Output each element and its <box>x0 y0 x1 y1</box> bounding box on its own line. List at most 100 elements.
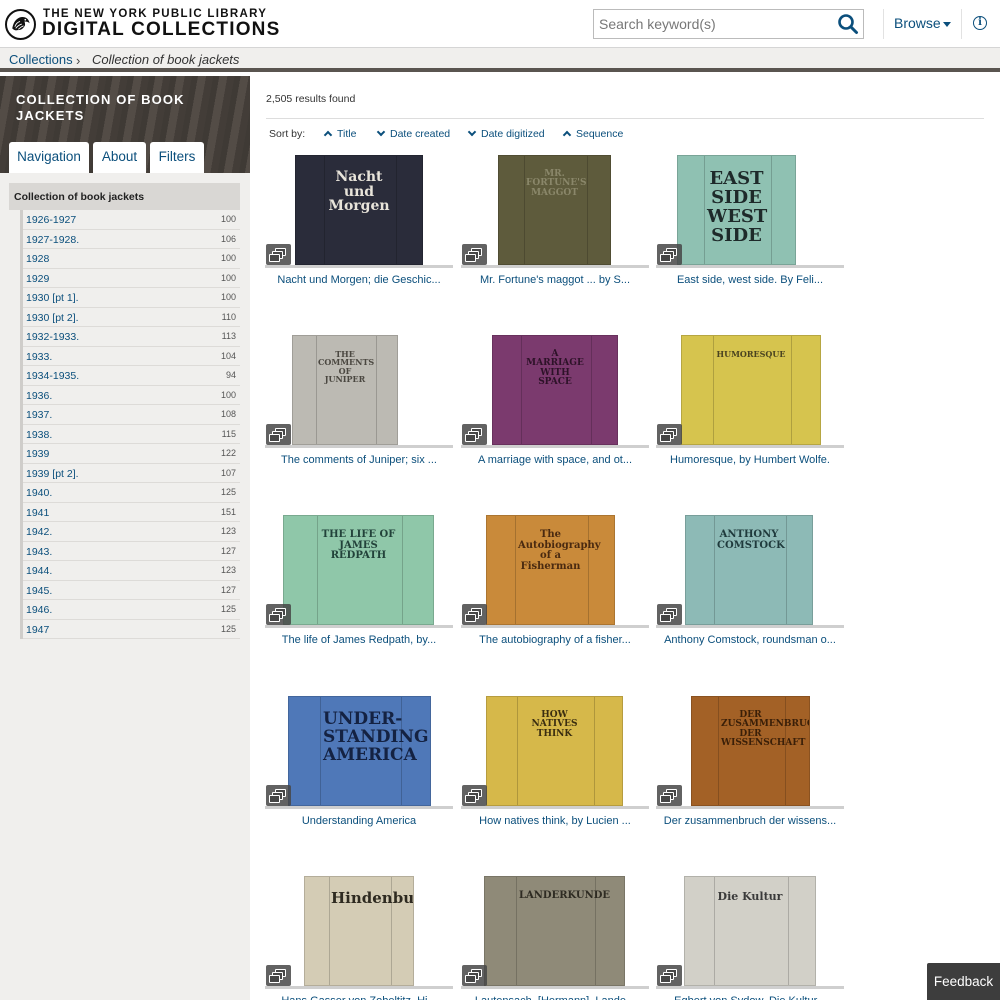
year-label[interactable]: 1940. <box>26 487 52 499</box>
info-icon[interactable]: i <box>973 16 987 30</box>
result-title-link[interactable]: A marriage with space, and ot... <box>461 454 649 466</box>
result-title-link[interactable]: Understanding America <box>265 815 453 827</box>
book-jacket-thumbnail[interactable]: THE COMMENTS OF JUNIPER <box>292 335 398 445</box>
year-list-item[interactable]: 1939 122 <box>23 444 240 464</box>
year-list-item[interactable]: 1940. 125 <box>23 483 240 503</box>
browse-menu-button[interactable]: Browse <box>894 15 941 31</box>
result-title-link[interactable]: Mr. Fortune's maggot ... by S... <box>461 274 649 286</box>
year-label[interactable]: 1933. <box>26 351 52 363</box>
result-title-link[interactable]: Hans Gasser von Zobeltitz, Hi... <box>265 995 453 1000</box>
result-card[interactable]: Hindenburg <box>265 849 453 989</box>
result-title-link[interactable]: Lautensach, [Hermann], Lande... <box>461 995 649 1000</box>
year-list-item[interactable]: 1947 125 <box>23 620 240 639</box>
result-card[interactable]: Nacht und Morgen <box>265 128 453 268</box>
year-list-item[interactable]: 1945. 127 <box>23 581 240 600</box>
year-list-item[interactable]: 1939 [pt 2]. 107 <box>23 464 240 483</box>
result-card[interactable]: UNDER-STANDING AMERICA <box>265 669 453 809</box>
year-list-item[interactable]: 1933. 104 <box>23 347 240 366</box>
result-card[interactable]: EAST SIDE WEST SIDE <box>656 128 844 268</box>
year-label[interactable]: 1941 <box>26 507 49 519</box>
result-title-link[interactable]: Nacht und Morgen; die Geschic... <box>265 274 453 286</box>
book-jacket-thumbnail[interactable]: The Autobiography of a Fisherman <box>486 515 615 625</box>
search-input[interactable] <box>594 10 834 38</box>
year-label[interactable]: 1926-1927 <box>26 214 76 226</box>
result-card[interactable]: THE COMMENTS OF JUNIPER <box>265 308 453 448</box>
year-label[interactable]: 1938. <box>26 429 52 441</box>
feedback-button[interactable]: Feedback <box>927 963 1000 1000</box>
book-jacket-thumbnail[interactable]: LANDERKUNDE <box>484 876 625 986</box>
result-title-link[interactable]: Egbert von Sydow, Die Kultur... <box>656 995 844 1000</box>
year-label[interactable]: 1943. <box>26 546 52 558</box>
tab-navigation[interactable]: Navigation <box>9 142 89 173</box>
year-list-item[interactable]: 1942. 123 <box>23 522 240 542</box>
result-card[interactable]: MR. FORTUNE'S MAGGOT <box>461 128 649 268</box>
result-title-link[interactable]: Humoresque, by Humbert Wolfe. <box>656 454 844 466</box>
year-list-item[interactable]: 1934-1935. 94 <box>23 366 240 386</box>
year-list-item[interactable]: 1938. 115 <box>23 425 240 444</box>
result-card[interactable]: Die Kultur <box>656 849 844 989</box>
search-icon[interactable] <box>837 13 859 35</box>
result-title-link[interactable]: The comments of Juniper; six ... <box>265 454 453 466</box>
year-label[interactable]: 1928 <box>26 253 49 265</box>
year-label[interactable]: 1942. <box>26 526 52 538</box>
book-jacket-thumbnail[interactable]: Die Kultur <box>684 876 816 986</box>
result-title-link[interactable]: How natives think, by Lucien ... <box>461 815 649 827</box>
year-label[interactable]: 1944. <box>26 565 52 577</box>
year-label[interactable]: 1947 <box>26 624 49 636</box>
tab-filters[interactable]: Filters <box>150 142 204 173</box>
nypl-lion-logo-icon[interactable] <box>5 9 36 40</box>
year-list-item[interactable]: 1937. 108 <box>23 405 240 425</box>
year-label[interactable]: 1946. <box>26 604 52 616</box>
result-card[interactable]: A MARRIAGE WITH SPACE <box>461 308 649 448</box>
year-label[interactable]: 1934-1935. <box>26 370 79 382</box>
result-card[interactable]: HOW NATIVES THINK <box>461 669 649 809</box>
chevron-down-icon[interactable] <box>943 22 951 27</box>
year-list-item[interactable]: 1936. 100 <box>23 386 240 405</box>
result-title-link[interactable]: The life of James Redpath, by... <box>265 634 453 646</box>
book-jacket-thumbnail[interactable]: MR. FORTUNE'S MAGGOT <box>498 155 611 265</box>
year-label[interactable]: 1939 [pt 2]. <box>26 468 79 480</box>
year-label[interactable]: 1939 <box>26 448 49 460</box>
year-list-item[interactable]: 1927-1928. 106 <box>23 230 240 249</box>
result-title-link[interactable]: Der zusammenbruch der wissens... <box>656 815 844 827</box>
book-jacket-thumbnail[interactable]: THE LIFE OF JAMES REDPATH <box>283 515 434 625</box>
book-jacket-thumbnail[interactable]: EAST SIDE WEST SIDE <box>677 155 796 265</box>
breadcrumb-collections-link[interactable]: Collections <box>9 52 73 67</box>
result-card[interactable]: ANTHONY COMSTOCK <box>656 488 844 628</box>
year-label[interactable]: 1936. <box>26 390 52 402</box>
year-list-item[interactable]: 1946. 125 <box>23 600 240 620</box>
year-list-item[interactable]: 1926-1927 100 <box>23 210 240 230</box>
result-title-link[interactable]: Anthony Comstock, roundsman o... <box>656 634 844 646</box>
book-jacket-thumbnail[interactable]: A MARRIAGE WITH SPACE <box>492 335 618 445</box>
year-label[interactable]: 1937. <box>26 409 52 421</box>
book-jacket-thumbnail[interactable]: ANTHONY COMSTOCK <box>685 515 813 625</box>
tab-about[interactable]: About <box>93 142 146 173</box>
year-label[interactable]: 1929 <box>26 273 49 285</box>
year-list-item[interactable]: 1930 [pt 2]. 110 <box>23 308 240 327</box>
site-name[interactable]: DIGITAL COLLECTIONS <box>42 19 280 41</box>
year-list-item[interactable]: 1941 151 <box>23 503 240 522</box>
year-list-item[interactable]: 1928 100 <box>23 249 240 269</box>
result-card[interactable]: The Autobiography of a Fisherman <box>461 488 649 628</box>
book-jacket-thumbnail[interactable]: HOW NATIVES THINK <box>486 696 623 806</box>
year-label[interactable]: 1927-1928. <box>26 234 79 246</box>
book-jacket-thumbnail[interactable]: Nacht und Morgen <box>295 155 423 265</box>
year-label[interactable]: 1932-1933. <box>26 331 79 343</box>
result-card[interactable]: DER ZUSAMMENBRUCH DER WISSENSCHAFT <box>656 669 844 809</box>
year-list-item[interactable]: 1929 100 <box>23 269 240 288</box>
result-card[interactable]: THE LIFE OF JAMES REDPATH <box>265 488 453 628</box>
book-jacket-thumbnail[interactable]: Hindenburg <box>304 876 414 986</box>
year-label[interactable]: 1945. <box>26 585 52 597</box>
result-card[interactable]: LANDERKUNDE <box>461 849 649 989</box>
collection-nav-heading[interactable]: Collection of book jackets <box>9 183 240 210</box>
year-list-item[interactable]: 1930 [pt 1]. 100 <box>23 288 240 308</box>
result-title-link[interactable]: The autobiography of a fisher... <box>461 634 649 646</box>
book-jacket-thumbnail[interactable]: DER ZUSAMMENBRUCH DER WISSENSCHAFT <box>691 696 810 806</box>
year-label[interactable]: 1930 [pt 1]. <box>26 292 79 304</box>
year-list-item[interactable]: 1944. 123 <box>23 561 240 581</box>
year-list-item[interactable]: 1932-1933. 113 <box>23 327 240 347</box>
book-jacket-thumbnail[interactable]: HUMORESQUE <box>681 335 821 445</box>
book-jacket-thumbnail[interactable]: UNDER-STANDING AMERICA <box>288 696 431 806</box>
year-label[interactable]: 1930 [pt 2]. <box>26 312 79 324</box>
result-title-link[interactable]: East side, west side. By Feli... <box>656 274 844 286</box>
